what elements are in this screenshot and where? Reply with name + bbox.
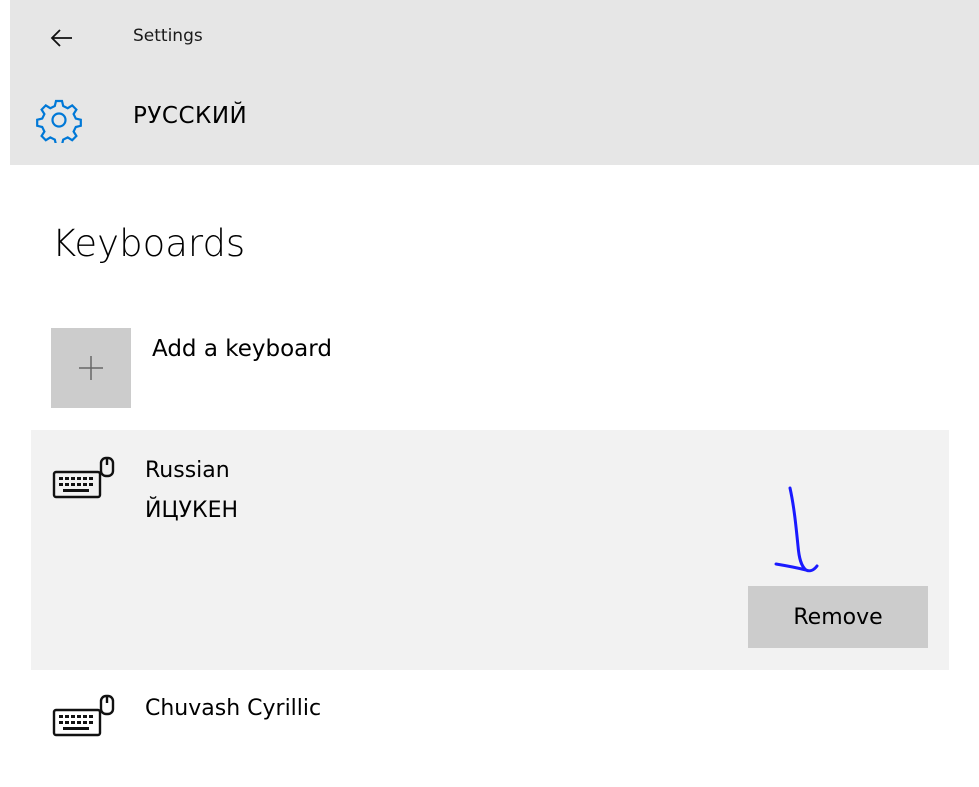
section-title: Keyboards [52, 222, 246, 265]
keyboard-name: Russian [145, 458, 230, 483]
page-title: РУССКИЙ [133, 103, 248, 129]
remove-button[interactable]: Remove [748, 586, 928, 648]
gear-icon [36, 99, 82, 143]
annotation-arrow-icon [774, 486, 819, 573]
app-title: Settings [133, 26, 203, 46]
keyboard-layout: ЙЦУКЕН [145, 498, 239, 523]
keyboard-icon [52, 694, 115, 737]
header-bar: Settings РУССКИЙ [10, 0, 979, 165]
add-keyboard-button[interactable]: Add a keyboard [51, 328, 651, 408]
keyboard-icon [52, 456, 115, 499]
back-button[interactable] [38, 18, 86, 58]
back-arrow-icon [50, 29, 72, 47]
add-tile [51, 328, 131, 408]
keyboard-name: Chuvash Cyrillic [145, 696, 322, 721]
add-keyboard-label: Add a keyboard [152, 336, 332, 362]
keyboard-item-chuvash[interactable]: Chuvash Cyrillic [31, 680, 949, 760]
plus-icon [79, 356, 103, 380]
